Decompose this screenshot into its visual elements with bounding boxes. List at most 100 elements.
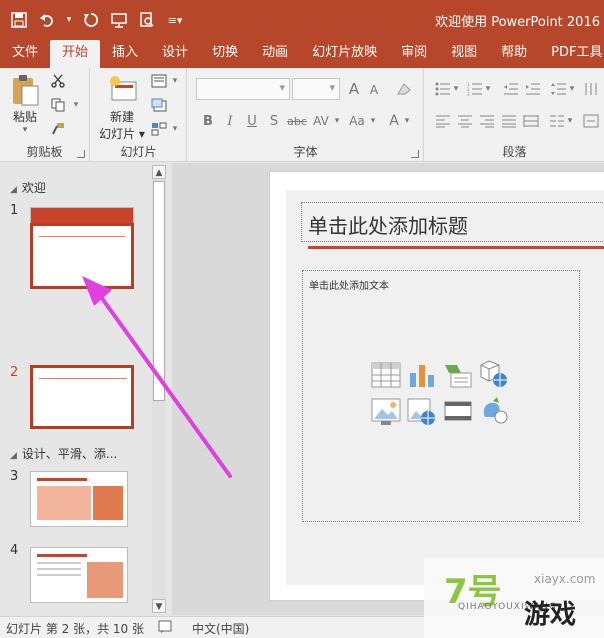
ribbon: 粘贴 ▾ ▾ 剪贴板 新建 幻灯片 ▾ ▾ ▾ 幻灯片 ▾ ▾ A A B I … [0, 68, 604, 162]
align-right-icon[interactable] [477, 112, 497, 130]
strikethrough-button[interactable]: abc [286, 112, 308, 130]
tab-help[interactable]: 帮助 [489, 40, 539, 68]
thumbnail-pane: ◢ 欢迎 1 2 ◢ 设计、平滑、添... 3 4 [0, 163, 170, 615]
slide-thumbnail-2[interactable] [30, 365, 134, 429]
case-dropdown-icon[interactable]: ▾ [368, 112, 378, 130]
slide-thumbnail-4[interactable] [30, 547, 128, 603]
numbering-icon[interactable]: 123 [465, 80, 485, 98]
slide-number-1: 1 [10, 203, 19, 218]
distribute-icon[interactable] [521, 112, 541, 130]
section-header-welcome[interactable]: ◢ 欢迎 [10, 179, 46, 196]
insert-3d-model-icon[interactable] [479, 359, 511, 389]
window-title: 欢迎使用 PowerPoint 2016 [435, 15, 600, 30]
language-indicator[interactable]: 中文(中国) [192, 620, 249, 637]
columns-dropdown-icon[interactable]: ▾ [565, 112, 575, 130]
insert-chart-icon[interactable] [407, 361, 439, 391]
title-placeholder[interactable]: 单击此处添加标题 [301, 202, 604, 242]
slide-edit-area: 单击此处添加标题 单击此处添加文本 [172, 163, 604, 615]
slide-canvas[interactable]: 单击此处添加标题 单击此处添加文本 [269, 171, 604, 601]
tab-design[interactable]: 设计 [150, 40, 200, 68]
numbering-dropdown-icon[interactable]: ▾ [483, 80, 493, 98]
copy-dropdown-icon[interactable]: ▾ [66, 96, 86, 114]
layout-dropdown-icon[interactable]: ▾ [165, 72, 185, 90]
tab-transitions[interactable]: 切换 [200, 40, 250, 68]
bullets-icon[interactable] [433, 80, 453, 98]
section-dropdown-icon[interactable]: ▾ [165, 120, 185, 138]
tab-home[interactable]: 开始 [50, 40, 101, 68]
thumbnail-scrollbar[interactable]: ▲ ▼ [152, 165, 166, 613]
new-slide-icon [106, 74, 138, 106]
tab-slideshow[interactable]: 幻灯片放映 [300, 40, 389, 68]
redo-icon[interactable] [80, 10, 102, 30]
line-spacing-icon[interactable] [549, 80, 569, 98]
line-spacing-dropdown-icon[interactable]: ▾ [567, 80, 577, 98]
insert-smartart-icon[interactable] [443, 361, 475, 391]
decrease-indent-icon[interactable] [501, 80, 521, 98]
text-direction-icon[interactable] [581, 80, 601, 98]
bullets-dropdown-icon[interactable]: ▾ [451, 80, 461, 98]
tab-insert[interactable]: 插入 [100, 40, 150, 68]
font-size-combo[interactable] [292, 78, 340, 100]
content-placeholder[interactable]: 单击此处添加文本 [302, 270, 580, 522]
paste-dropdown-icon[interactable]: ▾ [6, 125, 44, 135]
font-group-label: 字体 [293, 145, 318, 159]
font-launcher-icon[interactable] [411, 150, 419, 158]
copy-icon[interactable] [48, 96, 68, 114]
columns-icon[interactable] [547, 112, 567, 130]
paste-label: 粘贴 [12, 110, 37, 124]
insert-picture-icon[interactable] [371, 397, 403, 427]
title-bar: ▾ ≡▾ 欢迎使用 PowerPoint 2016 [0, 0, 604, 40]
slide-thumbnail-1-overlay[interactable] [30, 223, 134, 289]
insert-video-icon[interactable] [443, 397, 475, 427]
insert-online-picture-icon[interactable] [407, 397, 439, 427]
align-text-icon[interactable] [581, 112, 601, 130]
cut-icon[interactable] [48, 72, 68, 90]
scroll-thumb[interactable] [153, 181, 165, 401]
save-icon[interactable] [8, 10, 30, 30]
quick-access-toolbar: ▾ ≡▾ [8, 10, 186, 30]
justify-icon[interactable] [499, 112, 519, 130]
align-left-icon[interactable] [433, 112, 453, 130]
insert-icons-icon[interactable] [479, 395, 511, 425]
scroll-down-icon[interactable]: ▼ [152, 599, 166, 613]
grow-font-button[interactable]: A [344, 80, 364, 98]
font-name-combo[interactable] [196, 78, 290, 100]
clipboard-launcher-icon[interactable] [77, 150, 85, 158]
tab-view[interactable]: 视图 [439, 40, 489, 68]
new-slide-button[interactable]: 新建 幻灯片 ▾ [97, 74, 147, 142]
spacing-dropdown-icon[interactable]: ▾ [332, 112, 342, 130]
underline-button[interactable]: U [242, 112, 262, 130]
italic-button[interactable]: I [220, 112, 240, 130]
slide-title-line [39, 236, 125, 237]
dropdown-chevron-icon[interactable]: ▾ [64, 10, 74, 30]
paste-button[interactable]: 粘贴 ▾ [6, 74, 44, 135]
shadow-button[interactable]: S [264, 112, 284, 130]
format-painter-icon[interactable] [48, 120, 68, 138]
tab-animations[interactable]: 动画 [250, 40, 300, 68]
tab-review[interactable]: 审阅 [389, 40, 439, 68]
insert-table-icon[interactable] [371, 361, 403, 391]
tab-file[interactable]: 文件 [0, 40, 50, 68]
tab-pdf-tools[interactable]: PDF工具 [539, 40, 604, 68]
shrink-font-button[interactable]: A [364, 81, 384, 99]
paste-icon [9, 74, 41, 106]
reset-icon[interactable] [149, 96, 169, 114]
align-center-icon[interactable] [455, 112, 475, 130]
change-case-button[interactable]: Aa [346, 112, 368, 130]
clear-format-icon[interactable] [394, 80, 414, 98]
font-color-dropdown-icon[interactable]: ▾ [402, 112, 412, 130]
notes-icon[interactable] [158, 620, 172, 637]
undo-icon[interactable] [36, 10, 58, 30]
bold-button[interactable]: B [198, 112, 218, 130]
font-color-button[interactable]: A [384, 112, 404, 130]
preview-icon[interactable] [136, 10, 158, 30]
font-group: A A B I U S abc AV ▾ Aa ▾ A ▾ 字体 [188, 68, 424, 162]
customize-icon[interactable]: ≡▾ [164, 10, 186, 30]
slide-thumbnail-3[interactable] [30, 471, 128, 527]
character-spacing-button[interactable]: AV [310, 112, 332, 130]
thumb-image-2 [93, 486, 123, 520]
scroll-up-icon[interactable]: ▲ [152, 165, 166, 179]
increase-indent-icon[interactable] [523, 80, 543, 98]
section-header-design[interactable]: ◢ 设计、平滑、添... [10, 445, 117, 462]
present-icon[interactable] [108, 10, 130, 30]
